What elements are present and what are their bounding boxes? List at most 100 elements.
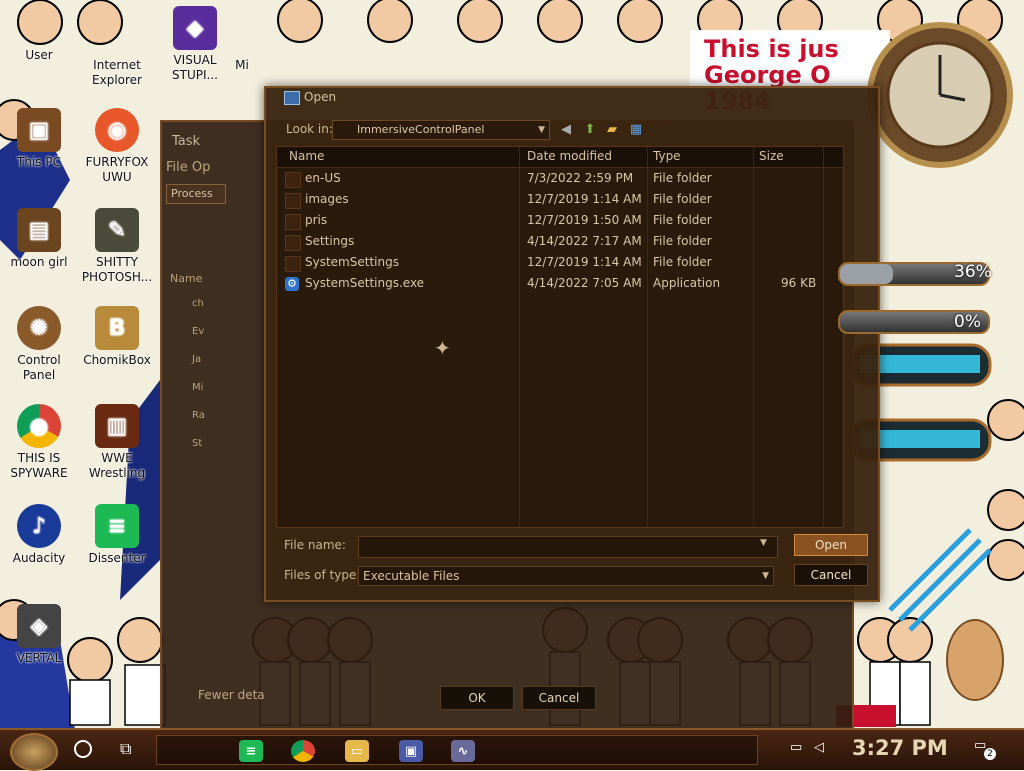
busy-cursor-icon: ✦ (434, 336, 451, 360)
back-icon[interactable]: ◀ (558, 121, 574, 137)
chrome-icon: ● (17, 404, 61, 448)
file-explorer-icon[interactable]: ▭ (345, 740, 369, 762)
gear-icon: ⚙ (285, 277, 299, 291)
lightbulb-icon: ✺ (17, 306, 61, 350)
desktop-icon-chrome[interactable]: ● THIS IS SPYWARE (0, 404, 78, 481)
background-cancel-button[interactable]: Cancel (522, 686, 596, 710)
column-header-size[interactable]: Size (759, 149, 784, 163)
file-name: images (305, 192, 349, 206)
file-row[interactable]: Settings 4/14/2022 7:17 AM File folder (277, 232, 843, 253)
process-row[interactable]: Ev (192, 326, 222, 340)
file-name-label: File name: (284, 538, 346, 552)
file-date: 12/7/2019 1:14 AM (527, 255, 642, 269)
icon-label: Dissenter (88, 551, 146, 565)
file-row[interactable]: ⚙ SystemSettings.exe 4/14/2022 7:05 AM Appl… (277, 274, 843, 295)
icon-label: SHITTY PHOTOSH... (81, 255, 153, 284)
desktop-icon-vertal[interactable]: ◈ VERTAL (0, 604, 78, 666)
chrome-icon[interactable] (291, 740, 315, 762)
folder-icon (285, 256, 301, 272)
file-date: 12/7/2019 1:50 AM (527, 213, 642, 227)
tab-processes[interactable]: Process (166, 184, 226, 204)
hamster-box-icon: B (95, 306, 139, 350)
file-name: en-US (305, 171, 341, 185)
desktop-icon-this-pc[interactable]: ▣ This PC (0, 108, 78, 170)
network-icon[interactable]: ▭ (790, 740, 802, 755)
open-button[interactable]: Open (794, 534, 868, 556)
icon-label: VERTAL (16, 651, 62, 665)
task-view-icon[interactable]: ⧉ (120, 739, 131, 759)
icon-label: This PC (17, 155, 61, 169)
dissenter-icon: ≡ (95, 504, 139, 548)
up-folder-icon[interactable]: ⬆ (582, 121, 598, 137)
desktop-icon-furryfox[interactable]: ◉ FURRYFOX UWU (78, 108, 156, 185)
computer-icon: ▣ (17, 108, 61, 152)
file-date: 4/14/2022 7:05 AM (527, 276, 642, 290)
desktop-icon-control-panel[interactable]: ✺ Control Panel (0, 306, 78, 383)
notification-count: 2 (984, 748, 996, 760)
desktop-icon-internet-explorer[interactable]: Internet Explorer (78, 58, 156, 88)
column-header-date[interactable]: Date modified (527, 149, 612, 163)
process-row[interactable]: Ra (192, 410, 222, 424)
process-row[interactable]: Ja (192, 354, 222, 368)
ok-button[interactable]: OK (440, 686, 514, 710)
tv-icon: ▥ (95, 404, 139, 448)
file-list[interactable]: Name Date modified Type Size en-US 7/3/20… (276, 146, 844, 528)
file-row[interactable]: SystemSettings 12/7/2019 1:14 AM File fold… (277, 253, 843, 274)
desktop-icon-dissenter[interactable]: ≡ Dissenter (78, 504, 156, 566)
cpu-percent: 36% (954, 262, 992, 282)
column-header-name[interactable]: Name (289, 149, 324, 163)
desktop-icon-chomikbox[interactable]: B ChomikBox (78, 306, 156, 368)
file-name-input[interactable] (358, 536, 778, 558)
taskbar-clock[interactable]: 3:27 PM (852, 736, 948, 760)
desktop-icon-wwe[interactable]: ▥ WWE Wrestling (78, 404, 156, 481)
icon-label: Internet Explorer (92, 58, 142, 87)
spreadsheet-app-icon[interactable]: ≡ (239, 740, 263, 762)
files-of-type-dropdown[interactable]: Executable Files ▼ (358, 566, 774, 586)
icon-label: User (25, 48, 53, 62)
unity-icon: ◈ (17, 604, 61, 648)
cancel-button[interactable]: Cancel (794, 564, 868, 586)
remote-desktop-icon[interactable]: ▣ (399, 740, 423, 762)
chevron-down-icon: ▼ (762, 571, 769, 581)
desktop-icon-audacity[interactable]: ♪ Audacity (0, 504, 78, 566)
file-list-header: Name Date modified Type Size (277, 147, 843, 168)
process-row[interactable]: ch (192, 298, 222, 312)
visual-studio-icon: ◆ (173, 6, 217, 50)
volume-icon[interactable]: ◁ (814, 740, 824, 755)
file-date: 4/14/2022 7:17 AM (527, 234, 642, 248)
task-manager-menu[interactable]: File Op (166, 160, 210, 175)
file-size: 96 KB (781, 276, 817, 290)
look-in-label: Look in: (286, 122, 333, 136)
column-header-type[interactable]: Type (653, 149, 681, 163)
file-type: File folder (653, 192, 712, 206)
file-row[interactable]: en-US 7/3/2022 2:59 PM File folder (277, 169, 843, 190)
file-name: SystemSettings.exe (305, 276, 425, 290)
desktop-icon-photoshop[interactable]: ✎ SHITTY PHOTOSH... (78, 208, 156, 285)
desktop-icon-mi[interactable]: Mi (222, 58, 262, 73)
fewer-details-link[interactable]: Fewer deta (198, 688, 265, 702)
new-folder-icon[interactable]: ▰ (604, 121, 620, 137)
file-name: pris (305, 213, 328, 227)
icon-label: THIS IS SPYWARE (10, 451, 68, 480)
icon-label: Control Panel (17, 353, 61, 382)
search-icon[interactable] (74, 740, 92, 758)
look-in-value: ImmersiveControlPanel (357, 123, 485, 136)
desktop-icon-user[interactable]: User (0, 48, 78, 63)
icon-label: Mi (235, 58, 249, 72)
process-row[interactable]: Mi (192, 382, 222, 396)
start-button[interactable] (10, 733, 58, 771)
folder-icon (285, 172, 301, 188)
process-row[interactable]: St (192, 438, 222, 452)
file-date: 12/7/2019 1:14 AM (527, 192, 642, 206)
file-type: File folder (653, 213, 712, 227)
poster-line: This is jus (704, 35, 839, 63)
desktop-icon-moon-girl[interactable]: ▤ moon girl (0, 208, 78, 270)
file-row[interactable]: images 12/7/2019 1:14 AM File folder (277, 190, 843, 211)
column-header-name[interactable]: Name (170, 272, 202, 285)
view-menu-icon[interactable]: ▦ (628, 121, 644, 137)
file-row[interactable]: pris 12/7/2019 1:50 AM File folder (277, 211, 843, 232)
task-manager-icon[interactable]: ∿ (451, 740, 475, 762)
icon-label: FURRYFOX UWU (85, 155, 149, 184)
taskbar: ⧉ ≡ ▭ ▣ ∿ ▭ ◁ 3:27 PM ▭ 2 (0, 728, 1024, 771)
look-in-dropdown[interactable]: ImmersiveControlPanel ▼ (332, 120, 550, 140)
